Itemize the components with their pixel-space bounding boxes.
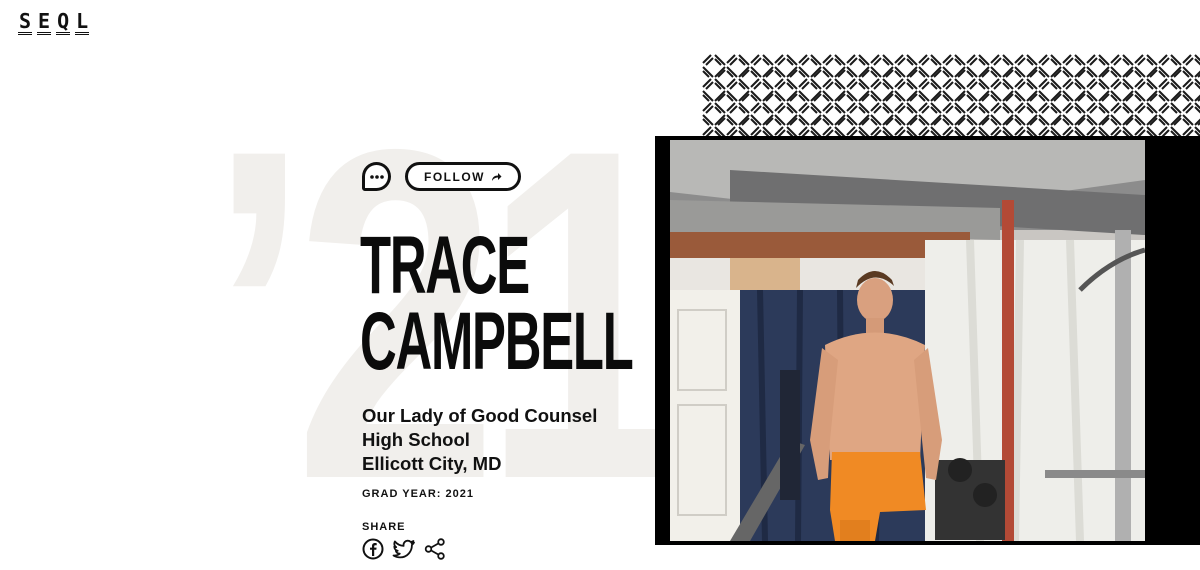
share-label: SHARE xyxy=(362,521,406,533)
logo-letter: S xyxy=(18,9,33,35)
decorative-pattern xyxy=(702,54,1200,140)
arrow-forward-icon xyxy=(491,172,502,181)
name-first: TRACE xyxy=(360,220,530,311)
profile-actions: FOLLOW xyxy=(362,162,521,191)
twitter-icon[interactable] xyxy=(392,538,416,565)
location: Ellicott City, MD xyxy=(362,453,502,474)
logo-letter: Q xyxy=(56,9,71,35)
basketweave-pattern xyxy=(702,54,1200,140)
follow-label: FOLLOW xyxy=(424,169,485,184)
chat-bubble-icon xyxy=(369,174,384,179)
grad-year-label: GRAD YEAR: xyxy=(362,488,442,500)
school-name-line1: Our Lady of Good Counsel xyxy=(362,405,598,426)
share-icons xyxy=(362,538,446,565)
logo-letter: L xyxy=(75,9,90,35)
school-info: Our Lady of Good Counsel High School Ell… xyxy=(362,404,597,476)
video-frame-image xyxy=(670,140,1145,541)
grad-year-value: 2021 xyxy=(445,488,474,500)
follow-button[interactable]: FOLLOW xyxy=(405,162,521,191)
seql-logo[interactable]: S E Q L xyxy=(18,9,90,35)
message-button[interactable] xyxy=(362,162,391,191)
athlete-video[interactable] xyxy=(670,140,1145,541)
name-last: CAMPBELL xyxy=(360,296,634,387)
grad-year: GRAD YEAR: 2021 xyxy=(362,488,474,500)
share-icon[interactable] xyxy=(424,538,446,565)
athlete-name: TRACE CAMPBELL xyxy=(360,220,634,387)
logo-letter: E xyxy=(37,9,52,35)
school-name-line2: High School xyxy=(362,429,470,450)
facebook-icon[interactable] xyxy=(362,538,384,565)
